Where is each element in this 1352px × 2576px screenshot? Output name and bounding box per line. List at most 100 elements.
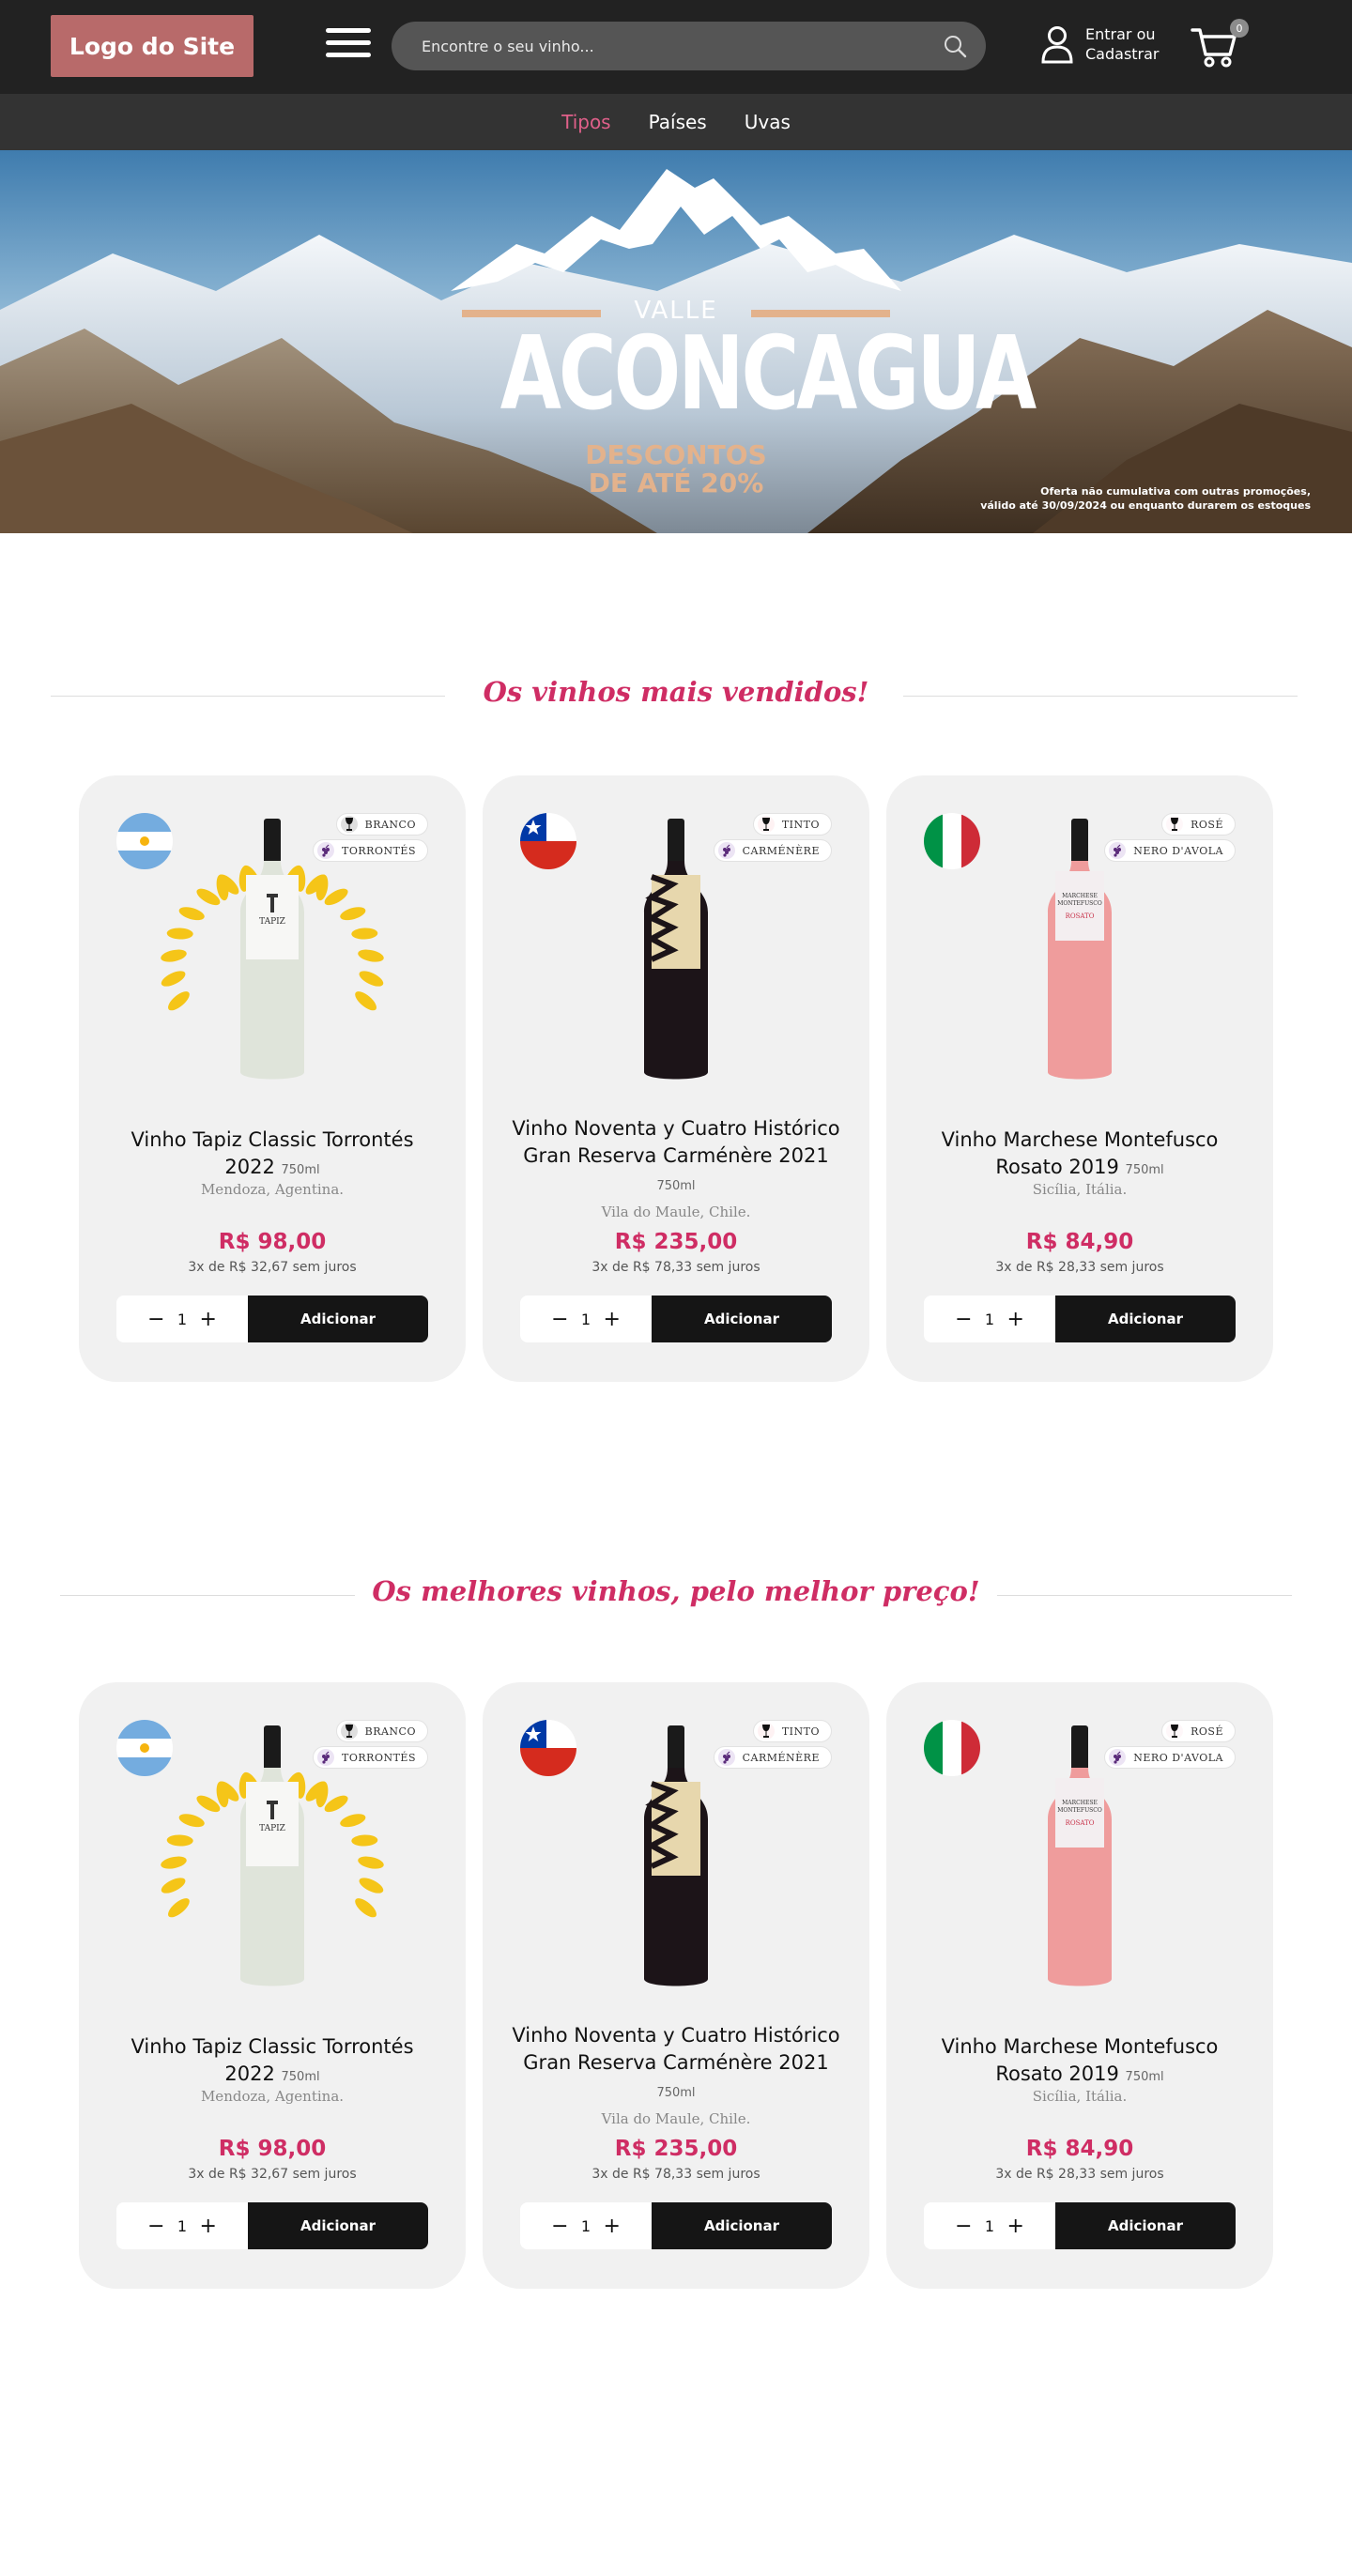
banner-disclaimer-line-2: válido até 30/09/2024 ou enquanto durare… <box>980 499 1311 512</box>
grape-tag[interactable]: CARMÉNÈRE <box>713 839 832 862</box>
banner-brand: VALLE ACONCAGUA DESCONTOS DE ATÉ 20% <box>451 160 1037 498</box>
account-line-2: Cadastrar <box>1085 45 1160 63</box>
add-to-cart-button[interactable]: Adicionar <box>652 1296 832 1342</box>
grape-tag[interactable]: TORRONTÉS <box>313 1746 428 1769</box>
grape-icon <box>1109 842 1127 859</box>
product-name[interactable]: Vinho Tapiz Classic Torrontés 2022 750ml <box>107 2033 438 2091</box>
wine-type-tag[interactable]: ROSÉ <box>1161 1720 1236 1742</box>
plus-icon[interactable]: + <box>603 1308 622 1331</box>
grape-icon <box>1109 1749 1127 1766</box>
grape-tag[interactable]: NERO D'AVOLA <box>1104 839 1236 862</box>
plus-icon[interactable]: + <box>1006 1308 1025 1331</box>
grape-label: TORRONTÉS <box>342 844 416 857</box>
add-to-cart-button[interactable]: Adicionar <box>1055 1296 1236 1342</box>
product-origin: Sicília, Itália. <box>1032 1181 1128 1198</box>
add-to-cart-group: −1 + Adicionar <box>116 2202 428 2249</box>
wine-type-tag[interactable]: TINTO <box>752 1720 832 1742</box>
plus-icon[interactable]: + <box>1006 2215 1025 2238</box>
add-to-cart-button[interactable]: Adicionar <box>1055 2202 1236 2249</box>
product-card: MARCHESE MONTEFUSCO ROSATO ROSÉ NERO D'AVOLA… <box>886 775 1273 1382</box>
add-to-cart-button[interactable]: Adicionar <box>652 2202 832 2249</box>
svg-text:TAPIZ: TAPIZ <box>259 1824 285 1833</box>
product-volume: 750ml <box>1125 1163 1164 1177</box>
wine-type-tag[interactable]: BRANCO <box>335 813 428 836</box>
nav-item-paises[interactable]: Países <box>649 111 707 133</box>
grape-tag[interactable]: NERO D'AVOLA <box>1104 1746 1236 1769</box>
grape-icon <box>317 842 335 859</box>
grape-label: CARMÉNÈRE <box>742 1751 820 1764</box>
product-name[interactable]: Vinho Marchese Montefusco Rosato 2019 75… <box>914 2033 1245 2091</box>
wine-type-label: BRANCO <box>364 818 416 831</box>
site-logo[interactable]: Logo do Site <box>51 15 254 77</box>
grape-icon <box>717 842 735 859</box>
svg-text:MONTEFUSCO: MONTEFUSCO <box>1057 900 1102 907</box>
wine-type-tag[interactable]: TINTO <box>752 813 832 836</box>
chile-flag-icon <box>520 813 576 869</box>
search-input[interactable] <box>422 22 929 70</box>
wine-glass-icon <box>757 816 775 833</box>
nav-item-uvas[interactable]: Uvas <box>745 111 791 133</box>
product-name[interactable]: Vinho Noventa y Cuatro Histórico Gran Re… <box>511 1115 841 1200</box>
quantity-stepper: −1 + <box>116 2202 248 2249</box>
plus-icon[interactable]: + <box>603 2215 622 2238</box>
product-card: TINTO CARMÉNÈRE Vinho Noventa y Cuatro His… <box>483 775 869 1382</box>
banner-discount: DESCONTOS DE ATÉ 20% <box>451 441 901 498</box>
banner-disclaimer: Oferta não cumulativa com outras promoçõ… <box>916 484 1311 513</box>
wine-glass-icon <box>757 1723 775 1740</box>
minus-icon[interactable]: − <box>954 1308 973 1331</box>
grape-tag[interactable]: CARMÉNÈRE <box>713 1746 832 1769</box>
grape-tag[interactable]: TORRONTÉS <box>313 839 428 862</box>
svg-text:ROSATO: ROSATO <box>1066 912 1095 920</box>
product-price: R$ 235,00 <box>614 2137 738 2161</box>
product-tags: ROSÉ NERO D'AVOLA <box>1104 1720 1236 1769</box>
product-tags: BRANCO TORRONTÉS <box>313 1720 428 1769</box>
search-icon[interactable] <box>943 34 967 58</box>
product-tags: BRANCO TORRONTÉS <box>313 813 428 862</box>
product-installments: 3x de R$ 78,33 sem juros <box>592 2167 760 2182</box>
product-volume: 750ml <box>656 1179 696 1193</box>
quantity-stepper: −1 + <box>924 2202 1055 2249</box>
grape-label: NERO D'AVOLA <box>1133 844 1223 857</box>
banner-title: ACONCAGUA <box>499 315 1037 433</box>
promo-banner[interactable]: VALLE ACONCAGUA DESCONTOS DE ATÉ 20% Ofe… <box>0 150 1352 533</box>
add-to-cart-group: −1 + Adicionar <box>520 1296 832 1342</box>
quantity-value: 1 <box>984 2216 995 2235</box>
minus-icon[interactable]: − <box>550 2215 569 2238</box>
quantity-stepper: −1 + <box>116 1296 248 1342</box>
wine-type-label: TINTO <box>781 818 820 831</box>
category-nav: Tipos Países Uvas <box>0 94 1352 150</box>
product-name[interactable]: Vinho Marchese Montefusco Rosato 2019 75… <box>914 1127 1245 1184</box>
minus-icon[interactable]: − <box>954 2215 973 2238</box>
product-card: TAPIZ BRANCO TORRONTÉS Vinho Tapiz Classic … <box>79 1682 466 2289</box>
wine-type-tag[interactable]: ROSÉ <box>1161 813 1236 836</box>
menu-icon[interactable] <box>326 28 373 62</box>
wine-glass-icon <box>1166 816 1184 833</box>
product-name-text: Vinho Tapiz Classic Torrontés 2022 <box>131 2035 414 2085</box>
plus-icon[interactable]: + <box>199 1308 218 1331</box>
product-origin: Mendoza, Agentina. <box>200 1181 345 1198</box>
add-to-cart-button[interactable]: Adicionar <box>248 2202 428 2249</box>
product-name-text: Vinho Tapiz Classic Torrontés 2022 <box>131 1128 414 1178</box>
grape-icon <box>317 1749 335 1766</box>
wine-glass-icon <box>1166 1723 1184 1740</box>
product-volume: 750ml <box>656 2086 696 2100</box>
minus-icon[interactable]: − <box>550 1308 569 1331</box>
section-title-best-prices: Os melhores vinhos, pelo melhor preço! <box>0 1575 1352 1607</box>
add-to-cart-group: −1 + Adicionar <box>116 1296 428 1342</box>
top-bar: Logo do Site Entrar ou Cadastrar <box>0 0 1352 94</box>
account-line-1: Entrar ou <box>1085 25 1156 43</box>
product-name[interactable]: Vinho Tapiz Classic Torrontés 2022 750ml <box>107 1127 438 1184</box>
grape-icon <box>717 1749 735 1766</box>
minus-icon[interactable]: − <box>146 2215 165 2238</box>
add-to-cart-button[interactable]: Adicionar <box>248 1296 428 1342</box>
product-name[interactable]: Vinho Noventa y Cuatro Histórico Gran Re… <box>511 2022 841 2107</box>
plus-icon[interactable]: + <box>199 2215 218 2238</box>
product-volume: 750ml <box>281 1163 320 1177</box>
quantity-value: 1 <box>984 1310 995 1328</box>
quantity-value: 1 <box>177 1310 188 1328</box>
nav-item-tipos[interactable]: Tipos <box>561 111 611 133</box>
minus-icon[interactable]: − <box>146 1308 165 1331</box>
account-link[interactable]: Entrar ou Cadastrar <box>1040 24 1160 64</box>
wine-type-tag[interactable]: BRANCO <box>335 1720 428 1742</box>
wine-glass-icon <box>340 816 358 833</box>
